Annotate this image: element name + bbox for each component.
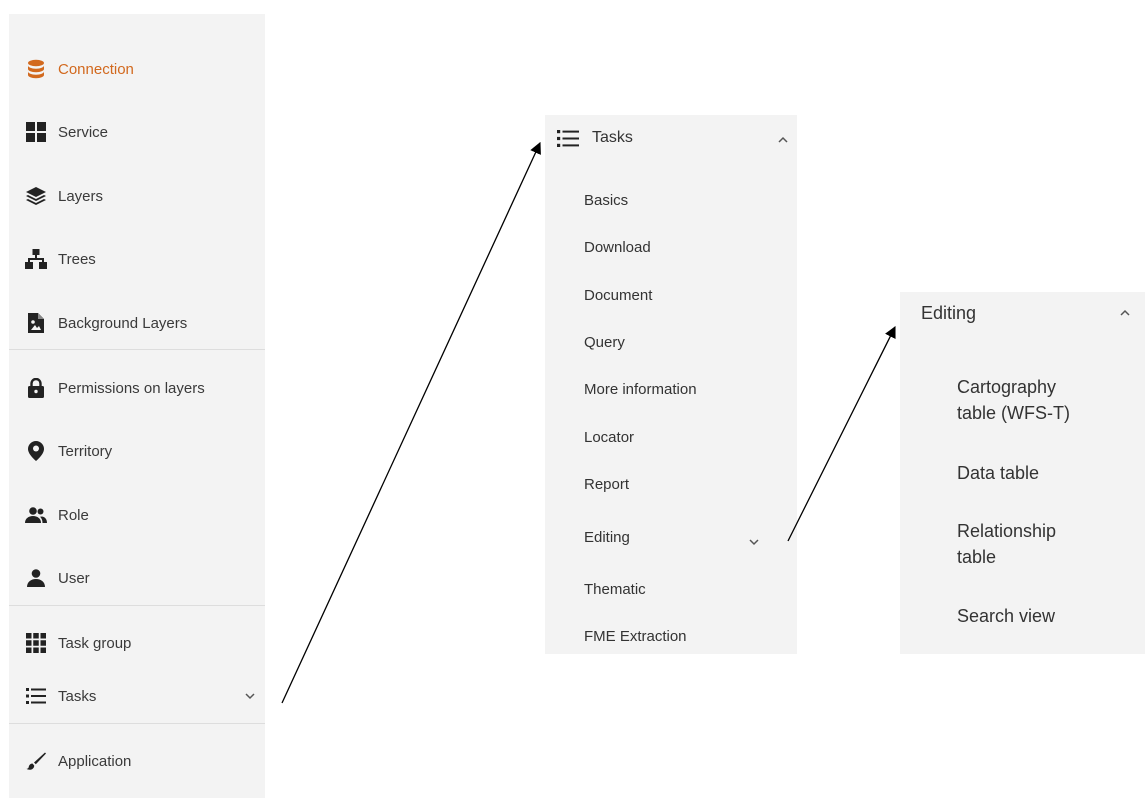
user-icon [24,566,48,590]
sidebar-item-service[interactable]: Service [9,112,265,152]
sidebar-item-label: Application [58,752,132,770]
users-icon [24,503,48,527]
sidebar-item-label: Territory [58,442,113,460]
arrow-tasks-to-panel [281,141,541,704]
sidebar-item-label: Layers [58,187,104,205]
sidebar-item-task-group[interactable]: Task group [9,623,265,663]
chevron-up-icon [776,133,790,152]
sidebar-item-layers[interactable]: Layers [9,176,265,216]
sidebar-divider [9,605,265,606]
sidebar-item-label: User [58,569,90,587]
brush-icon [24,749,48,773]
grid-icon [24,120,48,144]
sidebar-item-permissions-on-layers[interactable]: Permissions on layers [9,368,265,408]
editing-item-search-view[interactable]: Search view [957,603,1097,629]
list-icon [557,130,579,152]
sidebar: Connection Service Layers Trees Backgrou… [9,14,265,798]
sidebar-divider [9,349,265,350]
editing-panel: Editing Cartography table (WFS-T) Data t… [900,292,1145,654]
sidebar-item-trees[interactable]: Trees [9,239,265,279]
sidebar-item-label: Service [58,123,109,141]
lock-icon [24,376,48,400]
chevron-down-icon [747,535,761,554]
editing-item-relationship-table[interactable]: Relationship table [957,518,1097,570]
sidebar-item-background-layers[interactable]: Background Layers [9,303,265,343]
task-item-locator[interactable]: Locator [584,429,634,446]
sidebar-item-label: Tasks [58,687,97,705]
tasks-panel: Tasks Basics Download Document Query Mor… [545,115,797,654]
sidebar-item-connection[interactable]: Connection [9,49,265,89]
map-marker-icon [24,439,48,463]
editing-item-cartography-table[interactable]: Cartography table (WFS-T) [957,374,1097,426]
task-item-document[interactable]: Document [584,287,652,304]
database-icon [24,57,48,81]
sidebar-item-label: Permissions on layers [58,379,205,397]
tasks-panel-title: Tasks [592,129,633,146]
grid-3x3-icon [24,631,48,655]
sidebar-item-label: Task group [58,634,132,652]
task-item-query[interactable]: Query [584,334,625,351]
sidebar-item-territory[interactable]: Territory [9,431,265,471]
image-file-icon [24,311,48,335]
sidebar-item-role[interactable]: Role [9,495,265,535]
task-item-download[interactable]: Download [584,239,651,256]
layers-icon [24,184,48,208]
chevron-up-icon [1118,306,1132,325]
arrow-editing-to-panel [787,325,896,542]
task-item-basics[interactable]: Basics [584,192,628,209]
list-icon [24,684,48,708]
sidebar-item-tasks[interactable]: Tasks [9,676,265,716]
tasks-panel-header[interactable]: Tasks [545,115,797,163]
sidebar-item-user[interactable]: User [9,558,265,598]
sidebar-item-label: Connection [58,60,134,78]
task-item-more-information[interactable]: More information [584,381,697,398]
sitemap-icon [24,247,48,271]
sidebar-item-application[interactable]: Application [9,741,265,781]
task-item-fme-extraction[interactable]: FME Extraction [584,628,687,645]
sidebar-divider [9,723,265,724]
task-item-editing[interactable]: Editing [584,529,630,546]
sidebar-item-label: Trees [58,250,96,268]
chevron-down-icon [243,689,257,703]
task-item-thematic[interactable]: Thematic [584,581,646,598]
task-item-report[interactable]: Report [584,476,629,493]
editing-item-data-table[interactable]: Data table [957,460,1097,486]
sidebar-item-label: Role [58,506,89,524]
editing-panel-title[interactable]: Editing [921,303,976,324]
sidebar-item-label: Background Layers [58,314,188,332]
